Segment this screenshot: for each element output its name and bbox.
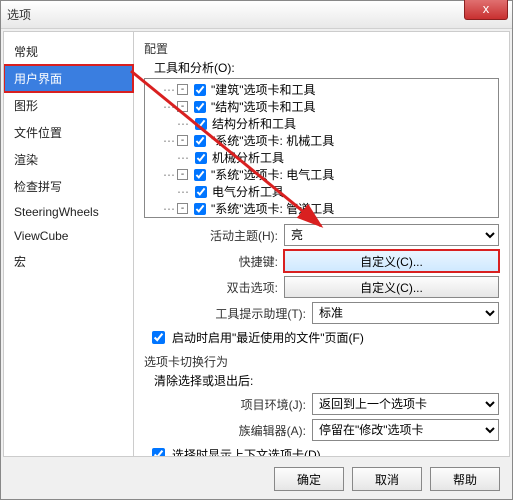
expand-toggle[interactable]: -: [177, 169, 188, 180]
dialog-body: 常规用户界面图形文件位置渲染检查拼写SteeringWheelsViewCube…: [3, 31, 510, 457]
expand-toggle[interactable]: -: [177, 101, 188, 112]
tree-checkbox[interactable]: [194, 135, 206, 147]
tree-label: 机械分析工具: [212, 149, 284, 166]
tree-checkbox[interactable]: [195, 186, 207, 198]
window-title: 选项: [7, 6, 31, 23]
startup-recent-label: 启动时启用"最近使用的文件"页面(F): [172, 329, 364, 346]
tree-label: "结构"选项卡和工具: [211, 98, 316, 115]
tooltip-label: 工具提示助理(T):: [144, 305, 312, 322]
family-editor-select[interactable]: 停留在"修改"选项卡: [312, 419, 499, 441]
content-panel: 配置 工具和分析(O): ⋯-"建筑"选项卡和工具⋯-"结构"选项卡和工具⋯结构…: [134, 32, 509, 456]
expand-toggle[interactable]: -: [177, 203, 188, 214]
tree-checkbox[interactable]: [194, 101, 206, 113]
tree-label: "系统"选项卡: 电气工具: [211, 166, 334, 183]
tree-row[interactable]: ⋯-"建筑"选项卡和工具: [149, 81, 494, 98]
ok-button[interactable]: 确定: [274, 467, 344, 491]
tree-label: 电气分析工具: [212, 183, 284, 200]
shortcut-label: 快捷键:: [144, 253, 284, 270]
tree-label: "建筑"选项卡和工具: [211, 81, 316, 98]
family-editor-label: 族编辑器(A):: [144, 422, 312, 439]
tree-checkbox[interactable]: [194, 203, 206, 215]
tree-checkbox[interactable]: [195, 152, 207, 164]
tree-label: "系统"选项卡: 管道工具: [211, 200, 334, 217]
tree-row[interactable]: ⋯-"系统"选项卡: 电气工具: [149, 166, 494, 183]
tree-row[interactable]: ⋯电气分析工具: [149, 183, 494, 200]
context-tab-checkbox[interactable]: [152, 448, 165, 456]
close-button[interactable]: x: [464, 0, 508, 20]
options-dialog: 选项 x 常规用户界面图形文件位置渲染检查拼写SteeringWheelsVie…: [0, 0, 513, 500]
tree-row[interactable]: ⋯管道分析工具: [149, 217, 494, 218]
shortcut-customize-button[interactable]: 自定义(C)...: [284, 250, 499, 272]
tools-label: 工具和分析(O):: [154, 59, 499, 76]
sidebar-item[interactable]: ViewCube: [4, 224, 133, 248]
after-clear-label: 清除选择或退出后:: [154, 372, 499, 389]
help-button[interactable]: 帮助: [430, 467, 500, 491]
tree-checkbox[interactable]: [195, 118, 207, 130]
tooltip-select[interactable]: 标准: [312, 302, 499, 324]
sidebar-item[interactable]: 检查拼写: [4, 173, 133, 200]
project-env-label: 项目环境(J):: [144, 396, 312, 413]
expand-toggle[interactable]: -: [177, 84, 188, 95]
tree-row[interactable]: ⋯-"系统"选项卡: 管道工具: [149, 200, 494, 217]
sidebar-item[interactable]: 用户界面: [4, 65, 133, 92]
tree-label: 管道分析工具: [212, 217, 284, 218]
startup-recent-checkbox[interactable]: [152, 331, 165, 344]
active-theme-select[interactable]: 亮: [284, 224, 499, 246]
dblclick-label: 双击选项:: [144, 279, 284, 296]
category-sidebar: 常规用户界面图形文件位置渲染检查拼写SteeringWheelsViewCube…: [4, 32, 134, 456]
cancel-button[interactable]: 取消: [352, 467, 422, 491]
tree-row[interactable]: ⋯-"系统"选项卡: 机械工具: [149, 132, 494, 149]
expand-toggle[interactable]: -: [177, 135, 188, 146]
tree-checkbox[interactable]: [194, 84, 206, 96]
sidebar-item[interactable]: 渲染: [4, 146, 133, 173]
sidebar-item[interactable]: 图形: [4, 92, 133, 119]
tree-checkbox[interactable]: [194, 169, 206, 181]
tree-row[interactable]: ⋯结构分析和工具: [149, 115, 494, 132]
context-tab-label: 选择时显示上下文选项卡(D): [172, 446, 321, 456]
sidebar-item[interactable]: SteeringWheels: [4, 200, 133, 224]
tree-row[interactable]: ⋯-"结构"选项卡和工具: [149, 98, 494, 115]
tree-row[interactable]: ⋯机械分析工具: [149, 149, 494, 166]
project-env-select[interactable]: 返回到上一个选项卡: [312, 393, 499, 415]
tree-label: "系统"选项卡: 机械工具: [211, 132, 334, 149]
sidebar-item[interactable]: 宏: [4, 248, 133, 275]
config-group-label: 配置: [144, 40, 499, 57]
sidebar-item[interactable]: 文件位置: [4, 119, 133, 146]
tree-label: 结构分析和工具: [212, 115, 296, 132]
dblclick-customize-button[interactable]: 自定义(C)...: [284, 276, 499, 298]
active-theme-label: 活动主题(H):: [144, 227, 284, 244]
tabswitch-group-label: 选项卡切换行为: [144, 353, 499, 370]
sidebar-item[interactable]: 常规: [4, 38, 133, 65]
dialog-footer: 确定 取消 帮助: [1, 459, 512, 499]
title-bar[interactable]: 选项 x: [1, 1, 512, 29]
tools-tree[interactable]: ⋯-"建筑"选项卡和工具⋯-"结构"选项卡和工具⋯结构分析和工具⋯-"系统"选项…: [144, 78, 499, 218]
